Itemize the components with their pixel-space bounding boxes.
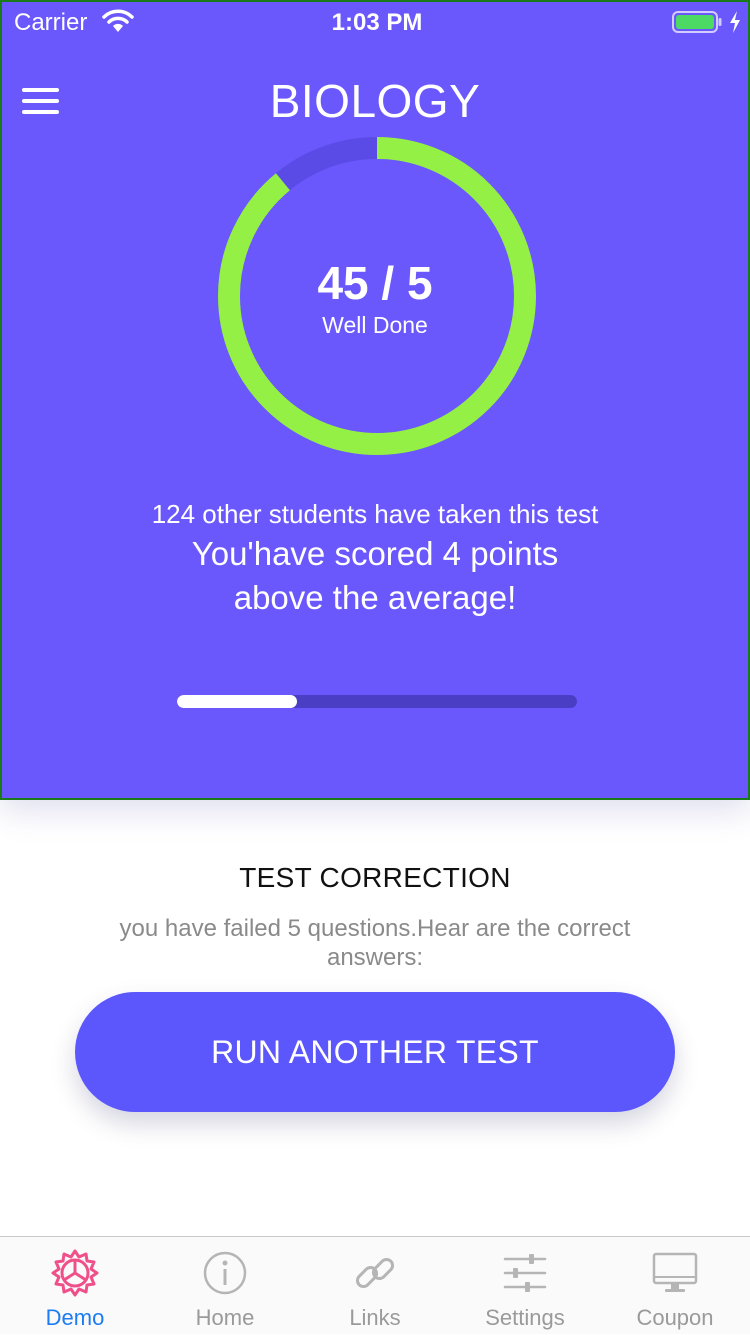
status-bar: Carrier 1:03 PM — [2, 2, 750, 42]
tab-demo[interactable]: Demo — [0, 1237, 150, 1335]
score-comparison-line-2: above the average! — [233, 579, 517, 616]
battery-icon — [672, 11, 722, 33]
section-title: TEST CORRECTION — [239, 862, 511, 893]
tab-settings[interactable]: Settings — [450, 1237, 600, 1335]
progress-bar-fill — [177, 695, 297, 708]
score-value: 45 / 5 — [317, 257, 433, 309]
tab-bar: Demo Home Links Settings Coupon — [0, 1236, 750, 1334]
students-count-text: 124 other students have taken this test — [151, 499, 599, 529]
charging-bolt-icon — [730, 11, 740, 33]
tab-label-demo: Demo — [45, 1305, 105, 1330]
score-caption: Well Done — [322, 312, 428, 338]
tab-links[interactable]: Links — [300, 1237, 450, 1335]
score-comparison-line-1: You'have scored 4 points — [191, 535, 559, 572]
status-time: 1:03 PM — [331, 9, 423, 36]
info-icon — [203, 1251, 247, 1295]
aperture-icon — [51, 1249, 99, 1297]
tab-label-links: Links — [349, 1305, 401, 1330]
run-another-test-button[interactable]: RUN ANOTHER TEST — [75, 992, 675, 1112]
monitor-icon — [652, 1252, 698, 1292]
sliders-icon — [503, 1254, 547, 1292]
score-comparison: You'have scored 4 points above the avera… — [2, 532, 748, 620]
tab-home[interactable]: Home — [150, 1237, 300, 1335]
page-title: BIOLOGY — [269, 75, 481, 127]
tab-label-settings: Settings — [485, 1305, 565, 1330]
tab-label-home: Home — [195, 1305, 255, 1330]
result-panel: Carrier 1:03 PM BIOLOGY 45 / 5 Well Done… — [0, 0, 750, 800]
link-icon — [355, 1257, 395, 1289]
section-description: you have failed 5 questions.Hear are the… — [119, 915, 631, 971]
tab-label-coupon: Coupon — [636, 1305, 714, 1330]
tab-coupon[interactable]: Coupon — [600, 1237, 750, 1335]
progress-bar — [177, 695, 577, 708]
